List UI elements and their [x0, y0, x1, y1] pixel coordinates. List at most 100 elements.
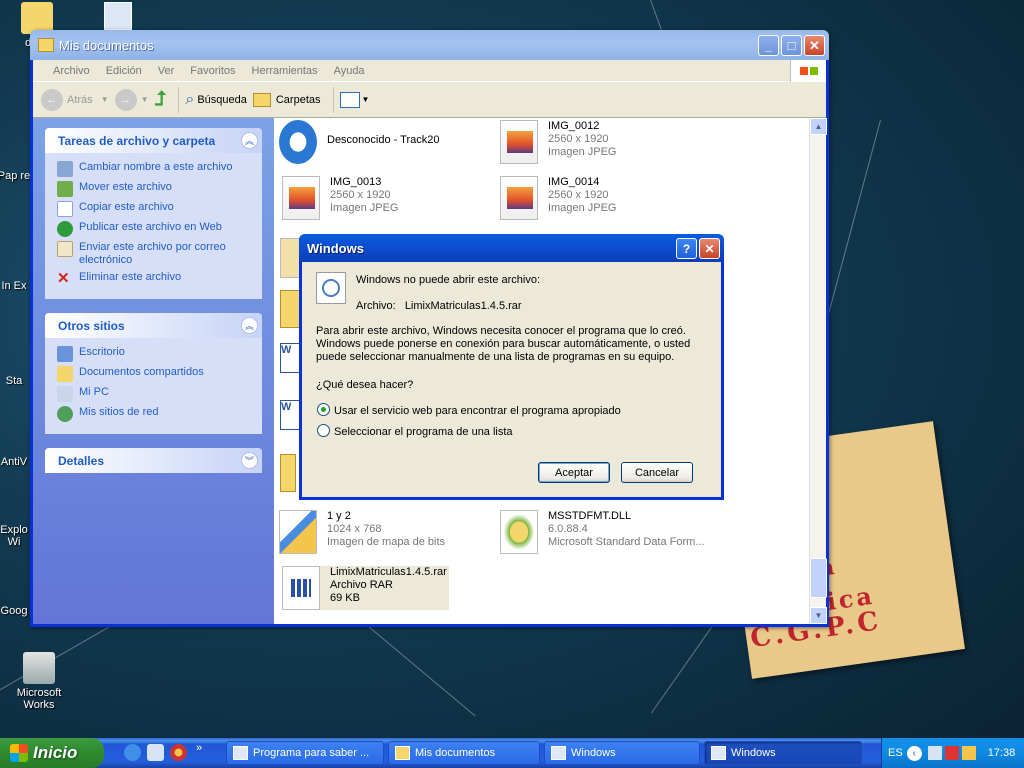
search-button[interactable]: ⌕ Búsqueda — [185, 91, 247, 109]
place-label: Mis sitios de red — [79, 406, 159, 418]
file-item[interactable]: Desconocido - Track20 — [279, 120, 440, 164]
taskbar-button[interactable]: Windows — [544, 741, 700, 765]
scroll-up-icon[interactable]: ▲ — [810, 118, 827, 135]
media-icon[interactable] — [170, 744, 187, 761]
accept-button[interactable]: Aceptar — [538, 462, 610, 483]
back-button[interactable]: ← Atrás ▼ — [41, 88, 109, 111]
help-button[interactable]: ? — [676, 238, 697, 259]
collapse-icon[interactable]: ︽ — [241, 317, 258, 334]
task-move[interactable]: Mover este archivo — [57, 181, 250, 197]
up-folder-button[interactable]: ⮥ — [155, 88, 167, 111]
file-tasks-header[interactable]: Tareas de archivo y carpeta ︽ — [45, 128, 262, 153]
minimize-button[interactable]: _ — [758, 35, 779, 56]
language-indicator[interactable]: ES — [888, 747, 903, 759]
desktop-icon-internet-explorer[interactable]: In Ex — [0, 280, 34, 292]
task-pane: Tareas de archivo y carpeta ︽ Cambiar no… — [33, 118, 274, 624]
file-item[interactable]: IMG_0012 2560 x 1920 Imagen JPEG — [500, 120, 616, 164]
network-icon[interactable] — [927, 746, 942, 760]
place-network[interactable]: Mis sitios de red — [57, 406, 250, 422]
file-item-selected[interactable]: LimixMatriculas1.4.5.rar Archivo RAR 69 KB — [282, 566, 449, 610]
explorer-titlebar[interactable]: Mis documentos _ □ ✕ — [30, 30, 829, 60]
other-places-header[interactable]: Otros sitios ︽ — [45, 313, 262, 338]
panel-title: Tareas de archivo y carpeta — [58, 133, 216, 148]
dialog-title: Windows — [307, 240, 364, 256]
up-arrow-icon: ⮥ — [154, 88, 167, 110]
file-item[interactable]: MSSTDFMT.DLL 6.0.88.4 Microsoft Standard D… — [500, 510, 705, 554]
network-icon — [57, 406, 73, 422]
quick-launch-expand-icon[interactable]: » — [196, 742, 202, 754]
magnifier-file-icon — [316, 272, 346, 304]
explorer-icon[interactable] — [147, 744, 164, 761]
folders-button[interactable]: Carpetas — [252, 92, 321, 107]
back-label: Atrás — [67, 93, 93, 106]
task-label: Eliminar este archivo — [79, 271, 182, 283]
radio-select-from-list[interactable]: Seleccionar el programa de una lista — [317, 424, 513, 438]
task-email[interactable]: Enviar este archivo por correo electróni… — [57, 241, 250, 267]
desktop-icon-google[interactable]: Goog — [0, 605, 34, 617]
other-places-panel: Otros sitios ︽ Escritorio Documentos com… — [45, 313, 262, 434]
file-name: IMG_0013 — [330, 176, 382, 188]
details-header[interactable]: Detalles ︾ — [45, 448, 262, 473]
dialog-close-button[interactable]: ✕ — [699, 238, 720, 259]
zip-folder-icon[interactable] — [280, 454, 296, 492]
close-button[interactable]: ✕ — [804, 35, 825, 56]
forward-button[interactable]: → ▼ — [114, 88, 149, 111]
desktop-icon-papelera[interactable]: Pap re — [0, 170, 34, 182]
clock[interactable]: 17:38 — [988, 747, 1016, 759]
file-item[interactable]: 1 y 2 1024 x 768 Imagen de mapa de bits — [279, 510, 445, 554]
place-label: Documentos compartidos — [79, 366, 204, 378]
desktop-icon — [57, 346, 73, 362]
taskbar-button[interactable]: Mis documentos — [388, 741, 540, 765]
panel-title: Otros sitios — [58, 318, 125, 333]
desktop-icon-explorer[interactable]: Explo Wi — [0, 524, 34, 548]
task-publish[interactable]: Publicar este archivo en Web — [57, 221, 250, 237]
desktop-icon-label: Sta — [5, 375, 23, 387]
radio-selected-icon — [317, 403, 330, 416]
tray-app-icon[interactable] — [961, 746, 976, 760]
window-icon — [711, 746, 726, 760]
folder-icon — [395, 746, 410, 760]
computer-icon — [57, 386, 73, 402]
scrollbar-thumb[interactable] — [810, 558, 827, 598]
menu-archivo[interactable]: Archivo — [45, 65, 98, 77]
taskbar-button[interactable]: Programa para saber ... — [226, 741, 384, 765]
vertical-scrollbar[interactable]: ▲ ▼ — [809, 118, 827, 624]
place-my-pc[interactable]: Mi PC — [57, 386, 250, 402]
open-with-dialog: Windows ? ✕ Windows no puede abrir este … — [299, 234, 724, 500]
dropdown-arrow-icon: ▼ — [100, 95, 109, 104]
place-shared-docs[interactable]: Documentos compartidos — [57, 366, 250, 382]
menu-favoritos[interactable]: Favoritos — [182, 65, 243, 77]
views-button[interactable]: ▼ — [339, 91, 369, 108]
menu-ayuda[interactable]: Ayuda — [326, 65, 373, 77]
expand-icon[interactable]: ︾ — [241, 452, 258, 469]
start-button[interactable]: Inicio — [0, 738, 104, 768]
file-item[interactable]: IMG_0014 2560 x 1920 Imagen JPEG — [500, 176, 616, 220]
place-desktop[interactable]: Escritorio — [57, 346, 250, 362]
cancel-button[interactable]: Cancelar — [621, 462, 693, 483]
task-rename[interactable]: Cambiar nombre a este archivo — [57, 161, 250, 177]
menu-herramientas[interactable]: Herramientas — [244, 65, 326, 77]
collapse-icon[interactable]: ︽ — [241, 132, 258, 149]
desktop-icon-microsoft-works[interactable]: Microsoft Works — [4, 652, 74, 711]
folder-icon — [252, 92, 271, 107]
task-label: Publicar este archivo en Web — [79, 221, 222, 233]
dialog-titlebar[interactable]: Windows ? ✕ — [299, 234, 724, 262]
dialog-paragraph: Para abrir este archivo, Windows necesit… — [316, 325, 686, 337]
desktop-icon-star[interactable]: Sta — [0, 375, 34, 387]
menu-edicion[interactable]: Edición — [98, 65, 150, 77]
scroll-down-icon[interactable]: ▼ — [810, 607, 827, 624]
taskbar-button-active[interactable]: Windows — [704, 741, 862, 765]
computer-icon[interactable] — [104, 2, 132, 30]
file-item[interactable]: IMG_0013 2560 x 1920 Imagen JPEG — [282, 176, 398, 220]
maximize-button[interactable]: □ — [781, 35, 802, 56]
menu-ver[interactable]: Ver — [150, 65, 183, 77]
security-alert-icon[interactable] — [944, 746, 959, 760]
radio-web-service[interactable]: Usar el servicio web para encontrar el p… — [317, 403, 621, 417]
dialog-paragraph: puede seleccionar manualmente de una lis… — [316, 351, 675, 363]
task-copy[interactable]: Copiar este archivo — [57, 201, 250, 217]
task-delete[interactable]: ✕ Eliminar este archivo — [57, 271, 250, 287]
ie-icon[interactable] — [124, 744, 141, 761]
media-player-icon — [279, 120, 317, 164]
tray-expand-icon[interactable]: ‹ — [906, 745, 922, 761]
desktop-icon-antivirus[interactable]: AntiV — [0, 456, 34, 468]
